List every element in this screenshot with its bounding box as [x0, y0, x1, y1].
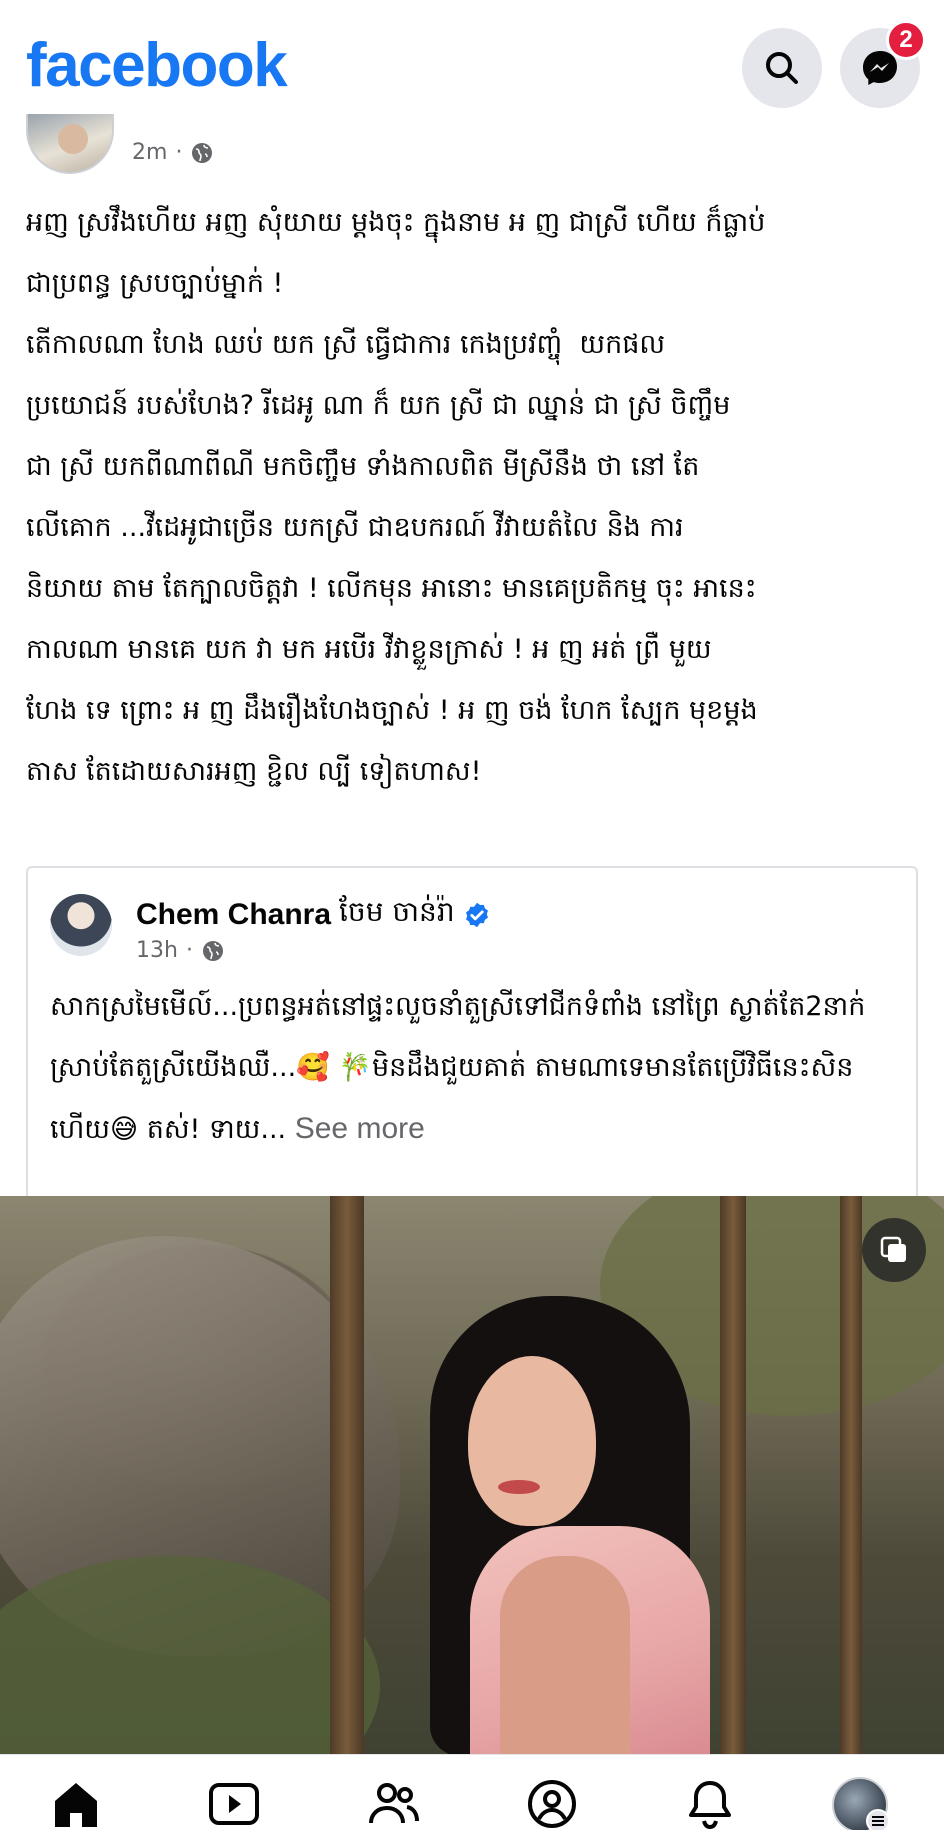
photo-person-shoulder	[500, 1556, 630, 1754]
photo-tree	[720, 1196, 746, 1754]
shared-post-body: សាកស្រមៃមើល៍...ប្រពន្ធអត់នៅផ្ទះលួចនាំតួស…	[50, 991, 866, 1145]
photo-person-lips	[498, 1480, 540, 1494]
friends-icon	[369, 1783, 419, 1824]
multiple-images-button[interactable]	[862, 1218, 926, 1282]
tab-notifications[interactable]	[680, 1777, 740, 1830]
menu-avatar	[832, 1777, 890, 1830]
shared-author-latin: Chem Chanra	[136, 897, 332, 931]
photo-person-face	[468, 1356, 596, 1526]
post-photo[interactable]	[0, 1196, 944, 1754]
post-time[interactable]: 2m	[132, 140, 167, 165]
post-text: អញ ស្រវឹងហើយ អញ សុំយាយ ម្តងចុះ ក្នុងនាម …	[26, 207, 766, 787]
tab-video[interactable]	[204, 1777, 264, 1830]
meta-separator: ·	[185, 938, 193, 963]
shared-author-avatar[interactable]	[50, 894, 112, 956]
home-icon	[55, 1783, 97, 1827]
globe-icon	[202, 940, 223, 961]
menu-hamburger-icon	[866, 1809, 890, 1830]
post-meta: 2m ·	[132, 140, 214, 165]
tab-profile[interactable]	[522, 1777, 582, 1830]
tab-friends[interactable]	[364, 1777, 424, 1830]
multiple-images-icon	[880, 1236, 906, 1262]
bell-icon	[689, 1781, 731, 1830]
shared-author-khmer: ចែម ចាន់រ៉ា	[339, 895, 455, 928]
facebook-logo[interactable]: facebook	[26, 30, 288, 101]
tab-menu[interactable]	[830, 1777, 890, 1830]
tab-home[interactable]	[46, 1777, 106, 1830]
post-author-avatar[interactable]	[26, 114, 114, 174]
shared-post-meta: 13h ·	[136, 938, 225, 963]
shared-post-time[interactable]: 13h	[136, 938, 178, 963]
shared-post-text: សាកស្រមៃមើល៍...ប្រពន្ធអត់នៅផ្ទះលួចនាំតួស…	[50, 976, 902, 1160]
globe-icon	[192, 142, 213, 163]
bottom-navigation	[0, 1754, 944, 1830]
see-more-link[interactable]: See more	[295, 1112, 425, 1145]
photo-tree	[840, 1196, 862, 1754]
top-header: facebook 2	[0, 0, 944, 118]
photo-tree	[330, 1196, 364, 1754]
search-icon	[766, 52, 798, 84]
video-icon	[209, 1783, 259, 1825]
meta-separator: ·	[175, 140, 183, 165]
verified-badge-icon	[465, 902, 488, 927]
search-button[interactable]	[742, 28, 822, 108]
messenger-badge: 2	[886, 20, 926, 60]
profile-icon	[528, 1780, 576, 1828]
shared-author-name[interactable]: Chem Chanra ចែម ចាន់រ៉ា	[136, 894, 491, 935]
shared-post-card[interactable]: Chem Chanra ចែម ចាន់រ៉ា 13h · សាកស្រមៃមើ…	[26, 866, 918, 1196]
